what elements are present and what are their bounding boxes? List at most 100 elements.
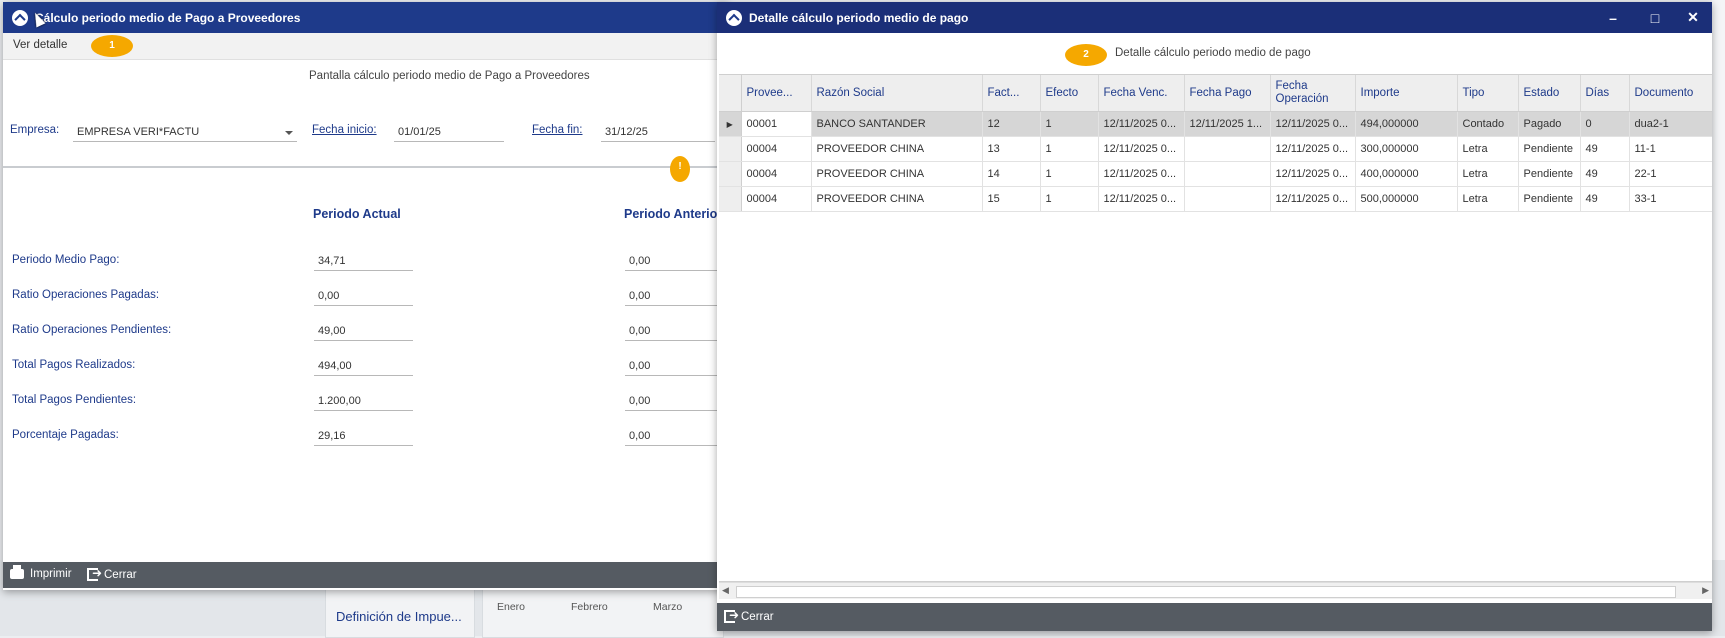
table-cell[interactable]: Letra	[1457, 186, 1519, 212]
table-row[interactable]: 00004 PROVEEDOR CHINA 15 1 12/11/2025 0.…	[719, 186, 1712, 212]
table-cell[interactable]: 00001	[741, 111, 812, 137]
table-cell[interactable]: 11-1	[1629, 136, 1712, 162]
col-header-importe[interactable]: Importe	[1355, 75, 1458, 112]
fecha-fin-label[interactable]: Fecha fin:	[532, 124, 583, 136]
col-header-fecha-pago[interactable]: Fecha Pago	[1184, 75, 1271, 112]
col-header-fecha-operacion[interactable]: Fecha Operación	[1270, 75, 1356, 112]
fecha-inicio-label[interactable]: Fecha inicio:	[312, 124, 377, 136]
table-cell[interactable]: 1	[1040, 136, 1099, 162]
maximize-button[interactable]: □	[1636, 2, 1674, 33]
metric-anterior-value: 0,00	[625, 393, 729, 411]
table-cell[interactable]: 00004	[741, 186, 812, 212]
step-badge-1: 1	[91, 35, 133, 57]
scroll-right-icon[interactable]: ▶	[1702, 585, 1709, 596]
exit-icon	[87, 566, 102, 581]
table-cell[interactable]: dua2-1	[1629, 111, 1712, 137]
col-header-estado[interactable]: Estado	[1518, 75, 1581, 112]
step-badge-2: 2	[1065, 44, 1107, 66]
table-cell[interactable]: Pendiente	[1518, 186, 1581, 212]
table-cell[interactable]: 49	[1580, 186, 1630, 212]
table-cell[interactable]: 15	[982, 186, 1041, 212]
table-cell[interactable]: 12/11/2025 0...	[1098, 136, 1185, 162]
table-cell[interactable]	[1184, 186, 1271, 212]
table-cell[interactable]: 1	[1040, 186, 1099, 212]
detail-title-bar[interactable]: Detalle cálculo periodo medio de pago – …	[717, 2, 1712, 33]
table-cell[interactable]: Pendiente	[1518, 136, 1581, 162]
col-header-fecha-venc[interactable]: Fecha Venc.	[1098, 75, 1185, 112]
table-cell[interactable]: Pagado	[1518, 111, 1581, 137]
empresa-select[interactable]: EMPRESA VERI*FACTU	[73, 124, 297, 142]
col-header-razon-social[interactable]: Razón Social	[811, 75, 983, 112]
empresa-value: EMPRESA VERI*FACTU	[77, 126, 200, 138]
fecha-inicio-field[interactable]: 01/01/25	[394, 124, 504, 142]
col-header-tipo[interactable]: Tipo	[1457, 75, 1519, 112]
table-cell[interactable]: Letra	[1457, 161, 1519, 187]
table-cell[interactable]: 22-1	[1629, 161, 1712, 187]
close-button[interactable]: ✕	[1674, 2, 1712, 33]
table-header-row: Provee... Razón Social Fact... Efecto Fe…	[719, 75, 1712, 112]
table-cell[interactable]: PROVEEDOR CHINA	[811, 161, 983, 187]
table-cell[interactable]: 49	[1580, 161, 1630, 187]
horizontal-scrollbar[interactable]: ◀ ▶	[719, 582, 1712, 599]
table-cell[interactable]: 12/11/2025 0...	[1270, 111, 1356, 137]
metric-anterior-value: 0,00	[625, 323, 729, 341]
detail-cerrar-button[interactable]: Cerrar	[724, 608, 774, 623]
table-cell[interactable]: Contado	[1457, 111, 1519, 137]
table-cell[interactable]: PROVEEDOR CHINA	[811, 186, 983, 212]
table-cell[interactable]: 12	[982, 111, 1041, 137]
table-row[interactable]: 00004 PROVEEDOR CHINA 14 1 12/11/2025 0.…	[719, 161, 1712, 187]
background-tile-label: Definición de Impue...	[336, 609, 462, 624]
table-cell[interactable]: 494,000000	[1355, 111, 1458, 137]
col-header-documento[interactable]: Documento	[1629, 75, 1712, 112]
detail-subtitle: Detalle cálculo periodo medio de pago	[1115, 47, 1311, 59]
main-cerrar-button[interactable]: Cerrar	[87, 566, 137, 581]
col-header-factura[interactable]: Fact...	[982, 75, 1041, 112]
table-cell[interactable]: 12/11/2025 0...	[1270, 186, 1356, 212]
main-title-bar[interactable]: Cálculo periodo medio de Pago a Proveedo…	[3, 2, 728, 33]
fecha-fin-field[interactable]: 31/12/25	[601, 124, 715, 142]
col-header-proveedor[interactable]: Provee...	[741, 75, 812, 112]
cerrar-label: Cerrar	[741, 610, 774, 623]
table-cell[interactable]: 13	[982, 136, 1041, 162]
ver-detalle-menu[interactable]: Ver detalle	[13, 39, 67, 51]
metric-actual-value: 49,00	[314, 323, 413, 341]
table-row[interactable]: 00004 PROVEEDOR CHINA 13 1 12/11/2025 0.…	[719, 136, 1712, 162]
col-header-efecto[interactable]: Efecto	[1040, 75, 1099, 112]
table-cell[interactable]: 12/11/2025 0...	[1270, 161, 1356, 187]
table-cell[interactable]: 12/11/2025 0...	[1098, 186, 1185, 212]
table-cell[interactable]: PROVEEDOR CHINA	[811, 136, 983, 162]
table-cell[interactable]: 400,000000	[1355, 161, 1458, 187]
imprimir-label: Imprimir	[30, 568, 72, 580]
table-cell[interactable]: Pendiente	[1518, 161, 1581, 187]
table-cell[interactable]: 12/11/2025 0...	[1270, 136, 1356, 162]
detail-window: Detalle cálculo periodo medio de pago – …	[717, 2, 1712, 631]
table-cell[interactable]: 12/11/2025 0...	[1098, 111, 1185, 137]
metric-actual-value: 0,00	[314, 288, 413, 306]
table-cell[interactable]: 0	[1580, 111, 1630, 137]
table-cell[interactable]: 1	[1040, 161, 1099, 187]
metric-anterior-value: 0,00	[625, 428, 729, 446]
scroll-left-icon[interactable]: ◀	[722, 585, 729, 596]
minimize-button[interactable]: –	[1594, 2, 1632, 33]
detail-grid-container: Provee... Razón Social Fact... Efecto Fe…	[719, 74, 1712, 582]
table-row[interactable]: ▶ 00001 BANCO SANTANDER 12 1 12/11/2025 …	[719, 111, 1712, 137]
col-header-dias[interactable]: Días	[1580, 75, 1630, 112]
table-cell[interactable]: 00004	[741, 161, 812, 187]
imprimir-button[interactable]: Imprimir	[10, 565, 72, 580]
table-cell[interactable]: 12/11/2025 0...	[1098, 161, 1185, 187]
table-cell[interactable]: 33-1	[1629, 186, 1712, 212]
month-label: Febrero	[571, 601, 608, 613]
table-cell[interactable]: BANCO SANTANDER	[811, 111, 983, 137]
table-cell[interactable]	[1184, 136, 1271, 162]
table-cell[interactable]: 300,000000	[1355, 136, 1458, 162]
table-cell[interactable]: 14	[982, 161, 1041, 187]
table-cell[interactable]	[1184, 161, 1271, 187]
table-cell[interactable]: 00004	[741, 136, 812, 162]
table-cell[interactable]: 500,000000	[1355, 186, 1458, 212]
scrollbar-thumb[interactable]	[736, 586, 1676, 598]
fecha-inicio-value: 01/01/25	[398, 126, 441, 138]
table-cell[interactable]: Letra	[1457, 136, 1519, 162]
table-cell[interactable]: 1	[1040, 111, 1099, 137]
table-cell[interactable]: 49	[1580, 136, 1630, 162]
table-cell[interactable]: 12/11/2025 1...	[1184, 111, 1271, 137]
